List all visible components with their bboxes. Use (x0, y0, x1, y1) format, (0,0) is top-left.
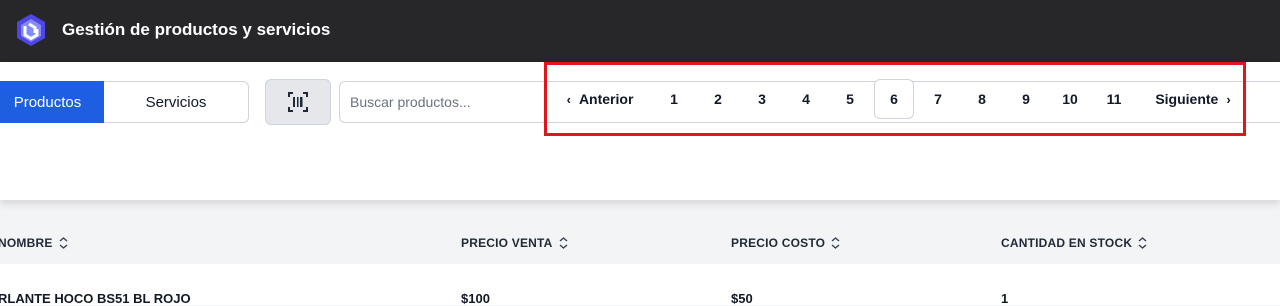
pagination-page[interactable]: 11 (1094, 79, 1134, 119)
pagination-page[interactable]: 7 (918, 79, 958, 119)
pagination-page[interactable]: 5 (830, 79, 870, 119)
pagination-page[interactable]: 8 (962, 79, 1002, 119)
pagination-page[interactable]: 3 (742, 79, 782, 119)
column-header-label: PRECIO COSTO (731, 236, 826, 250)
column-header-nombre[interactable]: NOMBRE (0, 236, 68, 250)
pagination-next-label: Siguiente (1155, 91, 1219, 107)
app-header: Gestión de productos y servicios (0, 0, 1280, 62)
cell-precio-costo: $50 (731, 291, 753, 306)
tab-services[interactable]: Servicios (104, 81, 249, 123)
app-logo-icon (17, 14, 45, 46)
pagination-page-current[interactable]: 6 (874, 79, 914, 119)
column-header-precio-costo[interactable]: PRECIO COSTO (731, 236, 840, 250)
table-header: NOMBRE PRECIO VENTA PRECIO COSTO CANTIDA… (0, 222, 1280, 264)
pagination-prev-label: Anterior (578, 91, 634, 107)
cell-precio-venta: $100 (461, 291, 490, 306)
sort-icon (1138, 237, 1147, 249)
barcode-scan-icon (288, 92, 308, 112)
chevron-left-icon: ‹ (566, 91, 571, 107)
pagination-page[interactable]: 9 (1006, 79, 1046, 119)
column-header-cantidad-stock[interactable]: CANTIDAD EN STOCK (1001, 236, 1147, 250)
pagination-page[interactable]: 2 (698, 79, 738, 119)
sort-icon (559, 237, 567, 249)
cell-nombre: RLANTE HOCO BS51 BL ROJO (0, 291, 191, 306)
table-row[interactable]: RLANTE HOCO BS51 BL ROJO $100 $50 1 (0, 264, 1280, 306)
barcode-scan-button[interactable] (265, 79, 331, 125)
pagination-next-button[interactable]: Siguiente › (1152, 79, 1234, 119)
pagination-prev-button[interactable]: ‹ Anterior (562, 79, 638, 119)
column-header-label: NOMBRE (0, 236, 53, 250)
tab-products[interactable]: Productos (0, 81, 105, 123)
column-header-label: CANTIDAD EN STOCK (1001, 236, 1133, 250)
cell-cantidad-stock: 1 (1001, 291, 1009, 306)
pagination-page[interactable]: 10 (1050, 79, 1090, 119)
column-header-label: PRECIO VENTA (461, 236, 553, 250)
pagination-page[interactable]: 4 (786, 79, 826, 119)
sort-icon (59, 237, 68, 249)
column-header-precio-venta[interactable]: PRECIO VENTA (461, 236, 568, 250)
pagination-page[interactable]: 1 (654, 79, 694, 119)
chevron-right-icon: › (1226, 91, 1231, 107)
app-title: Gestión de productos y servicios (62, 20, 331, 39)
sort-icon (831, 237, 840, 249)
